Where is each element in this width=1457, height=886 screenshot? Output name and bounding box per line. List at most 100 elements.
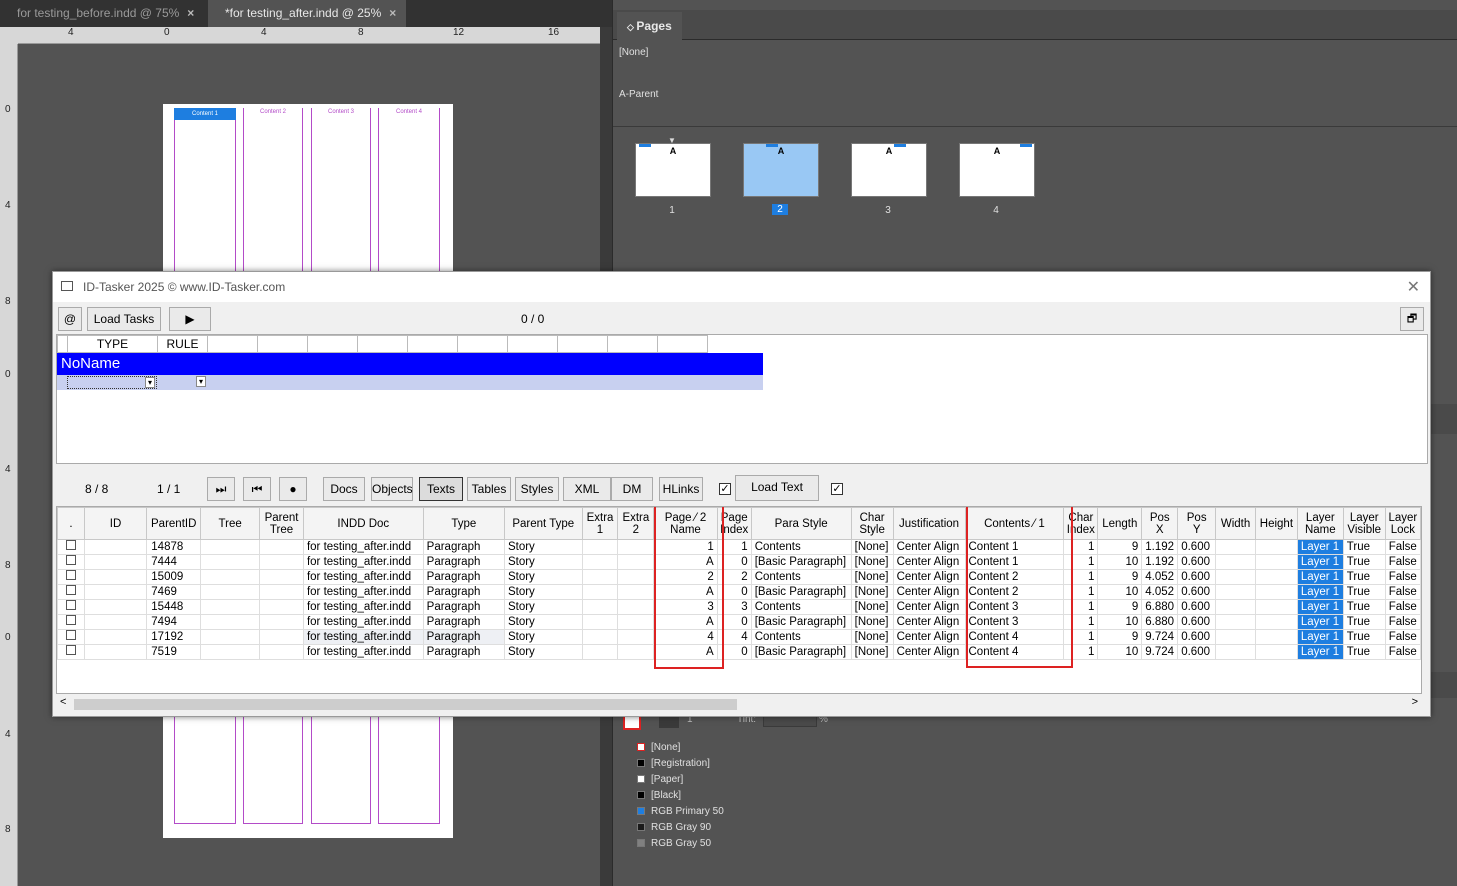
window-title-bar[interactable]: ID-Tasker 2025 © www.ID-Tasker.com (53, 272, 1430, 302)
column-header[interactable]: Layer Name (1296, 507, 1344, 540)
table-cell[interactable] (200, 629, 261, 645)
column-header[interactable]: Char Index (1063, 507, 1099, 540)
table-cell[interactable]: 2 (716, 569, 752, 585)
table-cell[interactable]: False (1384, 599, 1421, 615)
table-cell[interactable] (83, 539, 148, 555)
table-cell[interactable] (83, 644, 148, 660)
page-thumbnail-3[interactable]: A (851, 143, 927, 197)
table-cell[interactable]: for testing_after.indd (302, 644, 424, 660)
table-cell[interactable]: 0.600 (1177, 539, 1217, 555)
table-cell[interactable]: 7444 (146, 554, 202, 570)
table-cell[interactable]: 0 (716, 584, 752, 600)
table-cell[interactable]: 1 (1063, 599, 1099, 615)
tab-close-icon[interactable]: × (389, 6, 396, 20)
table-cell[interactable]: 9.724 (1141, 629, 1179, 645)
table-cell[interactable]: 1.192 (1141, 554, 1179, 570)
text-frame[interactable]: Content 3 (311, 109, 371, 115)
scroll-left-icon[interactable]: < (60, 696, 66, 708)
table-cell[interactable]: for testing_after.indd (302, 569, 424, 585)
table-cell[interactable]: 4 (653, 629, 718, 645)
table-cell[interactable]: 0.600 (1177, 644, 1217, 660)
column-header[interactable]: Type (422, 507, 505, 540)
table-cell[interactable]: 6.880 (1141, 599, 1179, 615)
swatch-paper[interactable]: [Paper] (637, 774, 683, 785)
column-header[interactable]: Parent Type (503, 507, 583, 540)
table-cell[interactable] (581, 614, 619, 630)
table-cell[interactable]: [None] (850, 554, 894, 570)
table-cell[interactable]: True (1342, 629, 1386, 645)
row-checkbox-cell[interactable] (57, 569, 85, 585)
table-cell[interactable]: Paragraph (422, 644, 505, 660)
table-cell[interactable]: A (653, 554, 718, 570)
table-cell[interactable]: True (1342, 539, 1386, 555)
table-cell[interactable]: Paragraph (422, 584, 505, 600)
table-cell[interactable]: 9 (1097, 539, 1143, 555)
table-cell[interactable]: [None] (850, 539, 894, 555)
table-cell[interactable]: [None] (850, 599, 894, 615)
scroll-thumb[interactable] (74, 699, 737, 710)
table-cell[interactable]: A (653, 584, 718, 600)
table-cell[interactable]: Layer 1 (1296, 599, 1344, 615)
row-checkbox-cell[interactable] (57, 614, 85, 630)
table-cell[interactable]: for testing_after.indd (302, 599, 424, 615)
table-cell[interactable]: 0.600 (1177, 569, 1217, 585)
tab-close-icon[interactable]: × (187, 6, 194, 20)
table-cell[interactable] (200, 554, 261, 570)
table-cell[interactable]: Layer 1 (1296, 539, 1344, 555)
table-cell[interactable]: 1 (716, 539, 752, 555)
record-icon[interactable]: ● (279, 477, 307, 501)
table-cell[interactable]: for testing_after.indd (302, 629, 424, 645)
column-header[interactable]: Pos Y (1177, 507, 1217, 540)
table-cell[interactable] (200, 584, 261, 600)
column-header[interactable]: Page ⁄ 2 Name (653, 507, 718, 540)
table-cell[interactable]: True (1342, 644, 1386, 660)
table-cell[interactable] (83, 584, 148, 600)
table-cell[interactable]: 10 (1097, 644, 1143, 660)
table-cell[interactable] (1254, 569, 1298, 585)
table-cell[interactable]: 14878 (146, 539, 202, 555)
row-checkbox[interactable] (66, 600, 76, 610)
table-cell[interactable]: 0.600 (1177, 614, 1217, 630)
table-cell[interactable] (617, 569, 655, 585)
horizontal-ruler[interactable]: 4 0 4 8 12 16 (18, 27, 600, 44)
table-cell[interactable] (1215, 614, 1256, 630)
table-cell[interactable]: Paragraph (422, 539, 505, 555)
page-thumbnail-1[interactable]: A (635, 143, 711, 197)
table-cell[interactable]: 3 (716, 599, 752, 615)
table-cell[interactable]: 0 (716, 614, 752, 630)
table-cell[interactable]: Story (503, 614, 583, 630)
table-cell[interactable]: 0 (716, 644, 752, 660)
table-cell[interactable]: [None] (850, 644, 894, 660)
table-cell[interactable] (200, 599, 261, 615)
collapse-icon[interactable]: ◇ (627, 22, 636, 32)
table-cell[interactable]: Center Align (892, 614, 966, 630)
row-checkbox[interactable] (66, 555, 76, 565)
row-checkbox[interactable] (66, 645, 76, 655)
table-cell[interactable] (200, 614, 261, 630)
table-cell[interactable] (1215, 584, 1256, 600)
none-parent-item[interactable]: [None] (619, 47, 648, 58)
table-cell[interactable]: Content 4 (964, 644, 1065, 660)
table-cell[interactable]: 1 (1063, 614, 1099, 630)
table-cell[interactable] (581, 569, 619, 585)
a-parent-item[interactable]: A-Parent (619, 89, 658, 100)
table-cell[interactable]: [None] (850, 584, 894, 600)
tab-after-doc[interactable]: *for testing_after.indd @ 25% × (208, 0, 407, 27)
table-cell[interactable] (1215, 539, 1256, 555)
table-cell[interactable]: True (1342, 584, 1386, 600)
row-checkbox[interactable] (66, 630, 76, 640)
table-cell[interactable]: A (653, 644, 718, 660)
row-checkbox-cell[interactable] (57, 539, 85, 555)
table-cell[interactable]: [None] (850, 614, 894, 630)
table-cell[interactable]: 7519 (146, 644, 202, 660)
table-cell[interactable]: Layer 1 (1296, 629, 1344, 645)
table-cell[interactable] (617, 539, 655, 555)
skip-to-first-icon[interactable]: ⏮ (243, 477, 271, 501)
texts-button[interactable]: Texts (419, 477, 463, 501)
column-header[interactable]: Extra 2 (617, 507, 655, 540)
swatch-rgb-primary[interactable]: RGB Primary 50 (637, 806, 724, 817)
table-cell[interactable]: Center Align (892, 539, 966, 555)
results-grid[interactable]: . ID ParentID Tree Parent Tree INDD Doc Type Par… (56, 506, 1422, 694)
swatch-registration[interactable]: [Registration] (637, 758, 710, 769)
table-cell[interactable] (1254, 539, 1298, 555)
